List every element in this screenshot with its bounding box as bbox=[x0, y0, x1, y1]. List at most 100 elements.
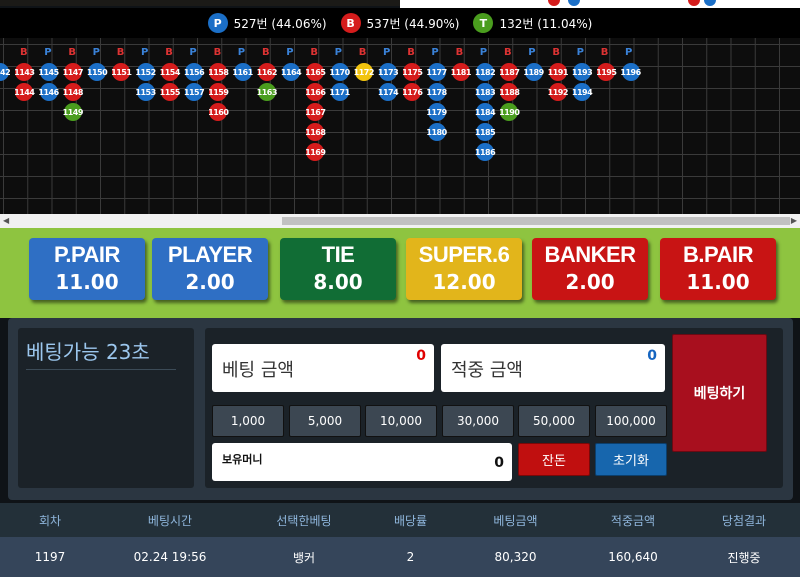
blue-dot-icon bbox=[568, 0, 580, 6]
history-column-header: 회차 bbox=[38, 513, 62, 528]
place-bet-button[interactable]: 베팅하기 bbox=[672, 334, 767, 452]
road-header-label: B bbox=[455, 47, 464, 58]
history-column-header: 적중금액 bbox=[610, 513, 656, 528]
road-bead: 1145 bbox=[38, 63, 59, 81]
road-header-label: B bbox=[407, 47, 415, 58]
road-bead: 1186 bbox=[475, 143, 496, 161]
history-cell: 1197 bbox=[34, 550, 66, 564]
bet-option-name: P.PAIR bbox=[54, 242, 120, 267]
change-button[interactable]: 잔돈 bbox=[518, 443, 590, 476]
road-bead: 1147 bbox=[63, 63, 83, 81]
red-dot-icon bbox=[688, 0, 700, 6]
road-bead: 1180 bbox=[426, 123, 447, 141]
bet-option-p-pair[interactable]: P.PAIR 11.00 bbox=[29, 238, 145, 300]
player-badge-icon: P bbox=[207, 13, 228, 33]
road-bead: 1178 bbox=[426, 83, 447, 101]
road-bead: 1182 bbox=[475, 63, 496, 81]
bet-option-tie[interactable]: TIE 8.00 bbox=[280, 238, 396, 300]
road-bead: 1185 bbox=[475, 123, 496, 141]
bet-option-banker[interactable]: BANKER 2.00 bbox=[532, 238, 648, 300]
road-bead: 1148 bbox=[63, 83, 83, 101]
chip-button[interactable]: 50,000 bbox=[518, 405, 590, 437]
banker-count: 537번 (44.90%) bbox=[366, 16, 460, 31]
road-header-label: P bbox=[237, 47, 246, 58]
road-header-label: P bbox=[286, 47, 294, 58]
history-cell: 80,320 bbox=[494, 550, 537, 564]
road-header-label: B bbox=[600, 47, 609, 58]
win-amount-label: 적중 금액 bbox=[451, 360, 523, 381]
bet-amount-label: 베팅 금액 bbox=[222, 360, 294, 381]
history-column-header: 배당률 bbox=[393, 513, 428, 528]
blue-dot-icon bbox=[704, 0, 716, 6]
bet-option-name: SUPER.6 bbox=[418, 242, 510, 267]
road-bead: 1157 bbox=[184, 83, 205, 101]
holding-money-field: 보유머니 0 bbox=[212, 443, 512, 481]
road-bead: 1189 bbox=[523, 63, 544, 81]
scroll-thumb[interactable] bbox=[282, 217, 790, 225]
history-cell: 뱅커 bbox=[292, 550, 316, 565]
road-bead: 1170 bbox=[329, 63, 350, 81]
player-stat: P 527번 (44.06%) bbox=[207, 13, 327, 33]
road-bead: 1156 bbox=[184, 63, 205, 81]
road-header-label: P bbox=[431, 47, 439, 58]
reset-button[interactable]: 초기화 bbox=[595, 443, 667, 476]
road-header-label: P bbox=[479, 47, 488, 58]
bet-input-box: 베팅 금액 0 적중 금액 0 1,000 5,000 10,000 30,000 50… bbox=[205, 328, 783, 488]
road-bead: 1192 bbox=[548, 83, 568, 101]
bet-option-name: TIE bbox=[321, 242, 355, 267]
scroll-left-icon[interactable]: ◀ bbox=[3, 216, 9, 225]
road-header-label: P bbox=[189, 47, 197, 58]
betting-timer: 베팅가능 23초 bbox=[26, 336, 176, 370]
road-header-label: P bbox=[141, 47, 149, 58]
road-bead: 1161 bbox=[232, 63, 253, 81]
baccarat-screen: P 527번 (44.06%) B 537번 (44.90%) T 132번 (… bbox=[0, 0, 800, 577]
live-video-strip bbox=[0, 0, 400, 6]
road-header-label: P bbox=[44, 47, 52, 58]
bet-option-super-6[interactable]: SUPER.6 12.00 bbox=[406, 238, 522, 300]
road-header-label: P bbox=[92, 47, 100, 58]
table-row: 1197 02.24 19:56 뱅커 2 80,320 160,640 진행중 bbox=[0, 537, 800, 577]
bet-option-b-pair[interactable]: B.PAIR 11.00 bbox=[660, 238, 776, 300]
chip-button[interactable]: 5,000 bbox=[289, 405, 361, 437]
bead-road[interactable]: BPBPBPBPBPBPBPBPBPBPBPBPBP11421143114411… bbox=[0, 38, 800, 214]
bet-option-name: PLAYER bbox=[167, 242, 253, 267]
road-bead: 1191 bbox=[548, 63, 568, 81]
road-bead: 1154 bbox=[160, 63, 180, 81]
bet-amount-field[interactable]: 베팅 금액 0 bbox=[212, 344, 434, 392]
bet-option-odds: 11.00 bbox=[55, 270, 119, 294]
chip-button[interactable]: 30,000 bbox=[442, 405, 514, 437]
bet-option-player[interactable]: PLAYER 2.00 bbox=[152, 238, 268, 300]
horizontal-scrollbar[interactable]: ◀ ▶ bbox=[0, 214, 800, 228]
road-bead: 1173 bbox=[378, 63, 399, 81]
history-cell: 2 bbox=[406, 550, 415, 564]
road-bead: 1184 bbox=[475, 103, 496, 121]
road-bead: 1164 bbox=[281, 63, 302, 81]
history-cell: 02.24 19:56 bbox=[133, 550, 207, 564]
road-header-label: B bbox=[20, 47, 28, 58]
road-bead: 1152 bbox=[135, 63, 156, 81]
holding-money-value: 0 bbox=[494, 455, 504, 471]
timer-box: 베팅가능 23초 bbox=[18, 328, 194, 488]
road-header-label: B bbox=[310, 47, 319, 58]
road-header-label: B bbox=[165, 47, 173, 58]
road-bead-tie: 1149 bbox=[63, 103, 83, 121]
scroll-right-icon[interactable]: ▶ bbox=[791, 216, 797, 225]
banker-stat: B 537번 (44.90%) bbox=[340, 13, 460, 33]
stats-bar: P 527번 (44.06%) B 537번 (44.90%) T 132번 (… bbox=[0, 8, 800, 38]
chip-button[interactable]: 100,000 bbox=[595, 405, 667, 437]
road-bead: 1193 bbox=[572, 63, 593, 81]
win-amount-field: 적중 금액 0 bbox=[441, 344, 665, 392]
history-column-header: 베팅시간 bbox=[147, 513, 193, 528]
road-header-label: B bbox=[552, 47, 561, 58]
chip-button[interactable]: 1,000 bbox=[212, 405, 284, 437]
red-dot-icon bbox=[548, 0, 560, 6]
road-header-label: B bbox=[213, 47, 222, 58]
top-panel bbox=[400, 0, 800, 8]
bet-control-panel: 베팅가능 23초 베팅 금액 0 적중 금액 0 1,000 5,000 10,00… bbox=[8, 318, 793, 500]
road-header-label: B bbox=[358, 47, 367, 58]
road-bead: 1183 bbox=[475, 83, 496, 101]
win-amount-value: 0 bbox=[647, 348, 657, 364]
history-column-header: 베팅금액 bbox=[493, 513, 538, 528]
road-bead: 1172 bbox=[354, 63, 374, 81]
chip-button[interactable]: 10,000 bbox=[365, 405, 437, 437]
